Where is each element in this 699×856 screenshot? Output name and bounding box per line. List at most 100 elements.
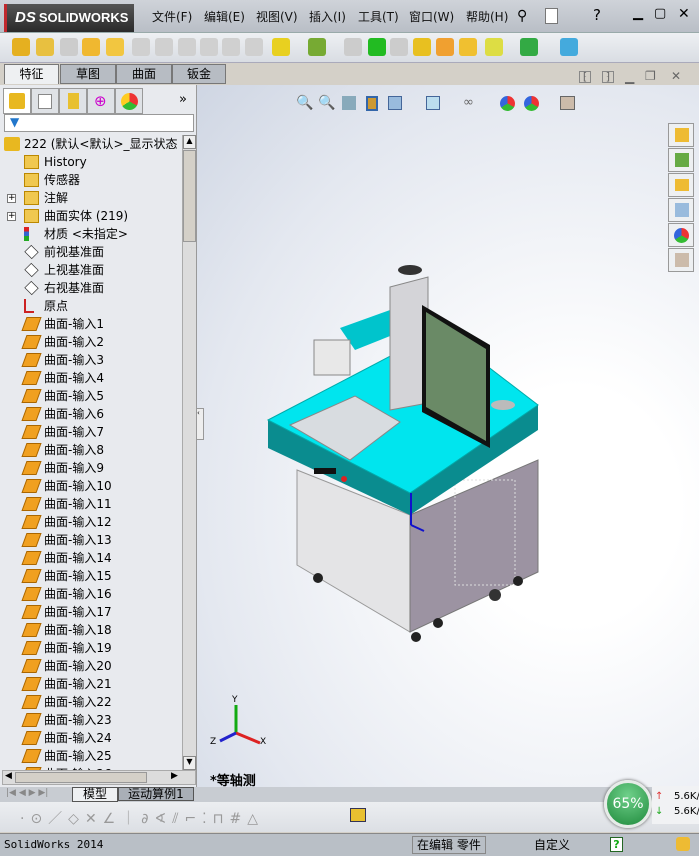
tree-filter-input[interactable]: ▼ [4,114,194,132]
instant3d-icon[interactable] [560,38,578,56]
viewport-restore-icon[interactable]: ❐ [645,69,656,83]
file-explorer-icon[interactable] [668,173,694,197]
appearances-icon[interactable] [668,223,694,247]
restore-icon[interactable]: ▢ [654,6,666,21]
tab-features[interactable]: 特征 [4,64,59,84]
triad-y-label: Y [232,695,238,705]
expand-icon[interactable]: + [7,194,16,203]
scroll-down-icon[interactable]: ▼ [183,756,196,770]
expand-icon[interactable]: + [7,212,16,221]
tree-item-label: 曲面-输入4 [44,371,104,385]
viewport-close-icon[interactable]: ✕ [671,69,681,83]
expand-tabs-icon[interactable]: » [179,92,187,107]
intersect-icon[interactable] [436,38,454,56]
surface-icon [21,353,42,367]
pin-icon[interactable]: ⚲ [517,8,527,24]
linear-pattern-icon[interactable] [308,38,326,56]
scroll-up-icon[interactable]: ▲ [183,135,196,149]
menu-view[interactable]: 视图(V) [256,8,298,25]
boundary-cut-icon[interactable] [245,38,263,56]
new-document-icon[interactable] [545,8,558,24]
model-view[interactable] [197,85,667,745]
menu-file[interactable]: 文件(F) [152,8,192,25]
revolve-cut-icon[interactable] [178,38,196,56]
units-selector[interactable]: 自定义 [534,834,570,856]
scroll-thumb-horizontal[interactable] [15,772,147,783]
revolve-boss-icon[interactable] [36,38,54,56]
mirror-icon[interactable] [459,38,477,56]
panel-collapse-handle[interactable]: ‹ [196,408,204,440]
display-manager-tab-icon[interactable] [115,88,143,114]
menu-insert[interactable]: 插入(I) [309,8,346,25]
tree-item-label: 注解 [44,191,69,205]
wrap-icon[interactable] [413,38,431,56]
tree-horizontal-scrollbar[interactable]: ◀ ▶ [2,770,196,785]
tab-sketch[interactable]: 草图 [60,64,116,84]
scroll-right-icon[interactable]: ▶ [171,771,178,781]
curves-icon[interactable] [520,38,538,56]
tab-sheet-metal[interactable]: 钣金 [172,64,226,84]
rib-icon[interactable] [344,38,362,56]
property-manager-tab-icon[interactable] [31,88,59,114]
tree-item-label: 曲面-输入23 [44,713,112,727]
extrude-boss-icon[interactable] [12,38,30,56]
scroll-thumb[interactable] [183,150,196,242]
tree-item-label: 曲面-输入12 [44,515,112,529]
tab-nav-arrows-icon[interactable]: |◀ ◀ ▶ ▶| [6,788,48,798]
draft-icon[interactable] [368,38,386,56]
view-palette-icon[interactable] [668,198,694,222]
surface-bodies-folder-icon [24,209,39,223]
menu-edit[interactable]: 编辑(E) [204,8,245,25]
laser-head [313,339,351,376]
tile-right-icon[interactable]: ⁆ [602,71,614,83]
material-icon [24,227,29,241]
status-edit-mode: 在编辑 零件 [412,836,486,854]
tab-model[interactable]: 模型 [72,787,118,802]
solidworks-resources-icon[interactable] [668,123,694,147]
menu-tools[interactable]: 工具(T) [358,8,399,25]
tab-motion-study[interactable]: 运动算例1 [118,787,194,801]
close-icon[interactable]: ✕ [678,6,690,22]
task-pane-tabs [668,123,696,273]
boundary-boss-icon[interactable] [106,38,124,56]
tree-item-label: 曲面-输入11 [44,497,112,511]
help-icon[interactable]: ? [593,6,601,24]
tree-item-label: 曲面-输入7 [44,425,104,439]
menu-help[interactable]: 帮助(H) [466,8,508,25]
tile-left-icon[interactable]: ⁅ [579,71,591,83]
filter-icon: ▼ [10,115,20,129]
tree-item-label: 曲面-输入14 [44,551,112,565]
tag-icon[interactable] [676,837,690,851]
loft-icon[interactable] [82,38,100,56]
shell-icon[interactable] [390,38,408,56]
configuration-manager-tab-icon[interactable] [59,88,87,114]
reference-geometry-icon[interactable] [485,38,503,56]
tree-item-label: 前视基准面 [44,245,105,259]
surface-icon [21,605,42,619]
feature-manager-tab-icon[interactable] [3,88,31,114]
solidworks-logo[interactable]: DS SOLIDWORKS [4,4,134,32]
dimxpert-tab-icon[interactable]: ⊕ [87,88,115,114]
fillet-icon[interactable] [272,38,290,56]
network-monitor-widget[interactable]: 65% [604,780,652,828]
menu-window[interactable]: 窗口(W) [409,8,454,25]
viewport-minimize-icon[interactable]: ▁ [625,70,634,84]
sketch-tools-icon[interactable]: ·⊙／◇✕∠｜∂∢⫽⌐⁚⊓#△ [20,808,264,828]
upload-speed: 5.6K/s [674,791,699,802]
surface-icon [21,677,42,691]
extrude-cut-icon[interactable] [132,38,150,56]
lofted-cut-icon[interactable] [222,38,240,56]
scroll-left-icon[interactable]: ◀ [5,771,12,781]
tab-surfaces[interactable]: 曲面 [116,64,172,84]
part-icon [4,137,20,151]
design-library-icon[interactable] [668,148,694,172]
sweep-icon[interactable] [60,38,78,56]
tree-vertical-scrollbar[interactable]: ▲ ▼ [182,135,196,770]
hole-wizard-icon[interactable] [155,38,173,56]
quick-tips-icon[interactable]: ? [610,837,623,852]
swept-cut-icon[interactable] [200,38,218,56]
measure-icon[interactable] [350,808,366,822]
minimize-icon[interactable]: ▁ [633,6,643,21]
custom-properties-icon[interactable] [668,248,694,272]
triad-z-axis [219,731,237,743]
